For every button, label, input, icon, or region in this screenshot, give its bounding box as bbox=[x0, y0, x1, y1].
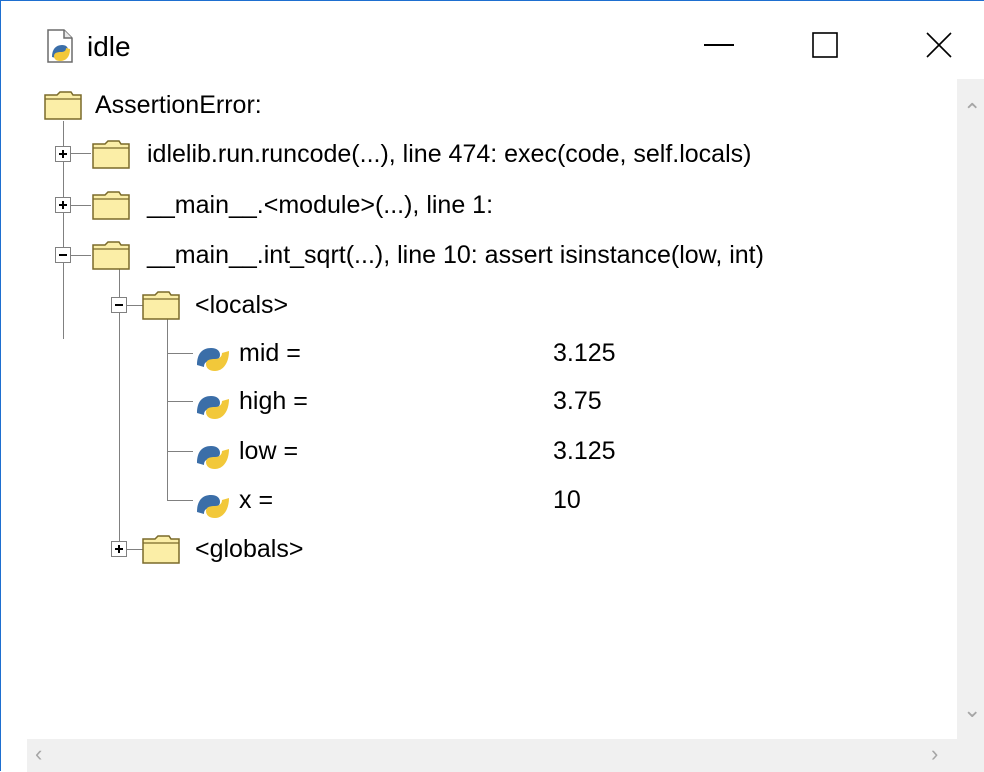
tree-node-label: AssertionError: bbox=[95, 91, 262, 119]
scroll-right-icon[interactable]: › bbox=[931, 741, 938, 767]
folder-icon bbox=[44, 91, 82, 120]
python-icon bbox=[197, 348, 229, 371]
scroll-left-icon[interactable]: ‹ bbox=[35, 741, 42, 767]
folder-icon bbox=[92, 191, 130, 220]
folder-icon bbox=[142, 535, 180, 564]
expand-button[interactable] bbox=[55, 197, 71, 213]
variable-name: mid = bbox=[239, 339, 301, 367]
python-icon bbox=[197, 446, 229, 469]
tree-node-label: __main__.<module>(...), line 1: bbox=[147, 191, 494, 219]
folder-icon bbox=[92, 241, 130, 270]
expand-button[interactable] bbox=[55, 146, 71, 162]
vertical-scrollbar[interactable]: ⌃ ⌄ bbox=[957, 79, 984, 739]
tree-node-label: <globals> bbox=[195, 535, 304, 563]
title-bar[interactable]: idle bbox=[1, 1, 984, 79]
expand-button[interactable] bbox=[111, 541, 127, 557]
minimize-icon bbox=[704, 44, 734, 46]
variable-value: 3.125 bbox=[553, 437, 616, 465]
tree-line bbox=[167, 319, 168, 501]
collapse-button[interactable] bbox=[55, 247, 71, 263]
python-icon bbox=[197, 396, 229, 419]
tree-line bbox=[167, 500, 193, 501]
minimize-button[interactable] bbox=[689, 19, 749, 71]
stack-viewer-tree[interactable]: AssertionError: idlelib.run.runcode(...)… bbox=[27, 79, 957, 739]
horizontal-scrollbar[interactable]: ‹ › bbox=[27, 739, 984, 772]
maximize-icon bbox=[812, 32, 838, 58]
scroll-up-icon[interactable]: ⌃ bbox=[963, 99, 981, 125]
folder-icon bbox=[142, 291, 180, 320]
maximize-button[interactable] bbox=[795, 19, 855, 71]
close-button[interactable] bbox=[909, 19, 969, 71]
scroll-down-icon[interactable]: ⌄ bbox=[963, 697, 981, 723]
variable-name: x = bbox=[239, 486, 274, 514]
tree-line bbox=[167, 451, 193, 452]
idle-window: idle AssertionError: idlelib.run.runcode… bbox=[0, 0, 984, 772]
variable-value: 3.125 bbox=[553, 339, 616, 367]
tree-line bbox=[167, 353, 193, 354]
tree-line bbox=[167, 401, 193, 402]
variable-name: low = bbox=[239, 437, 299, 465]
idle-app-icon bbox=[47, 29, 73, 63]
close-icon bbox=[926, 32, 952, 58]
collapse-button[interactable] bbox=[111, 297, 127, 313]
tree-node-label: __main__.int_sqrt(...), line 10: assert … bbox=[147, 241, 764, 269]
window-title: idle bbox=[87, 31, 131, 62]
python-icon bbox=[197, 495, 229, 518]
tree-node-label: <locals> bbox=[195, 291, 289, 319]
variable-value: 3.75 bbox=[553, 387, 602, 415]
variable-name: high = bbox=[239, 387, 308, 415]
folder-icon bbox=[92, 140, 130, 169]
variable-value: 10 bbox=[553, 486, 581, 514]
tree-node-label: idlelib.run.runcode(...), line 474: exec… bbox=[147, 140, 752, 168]
